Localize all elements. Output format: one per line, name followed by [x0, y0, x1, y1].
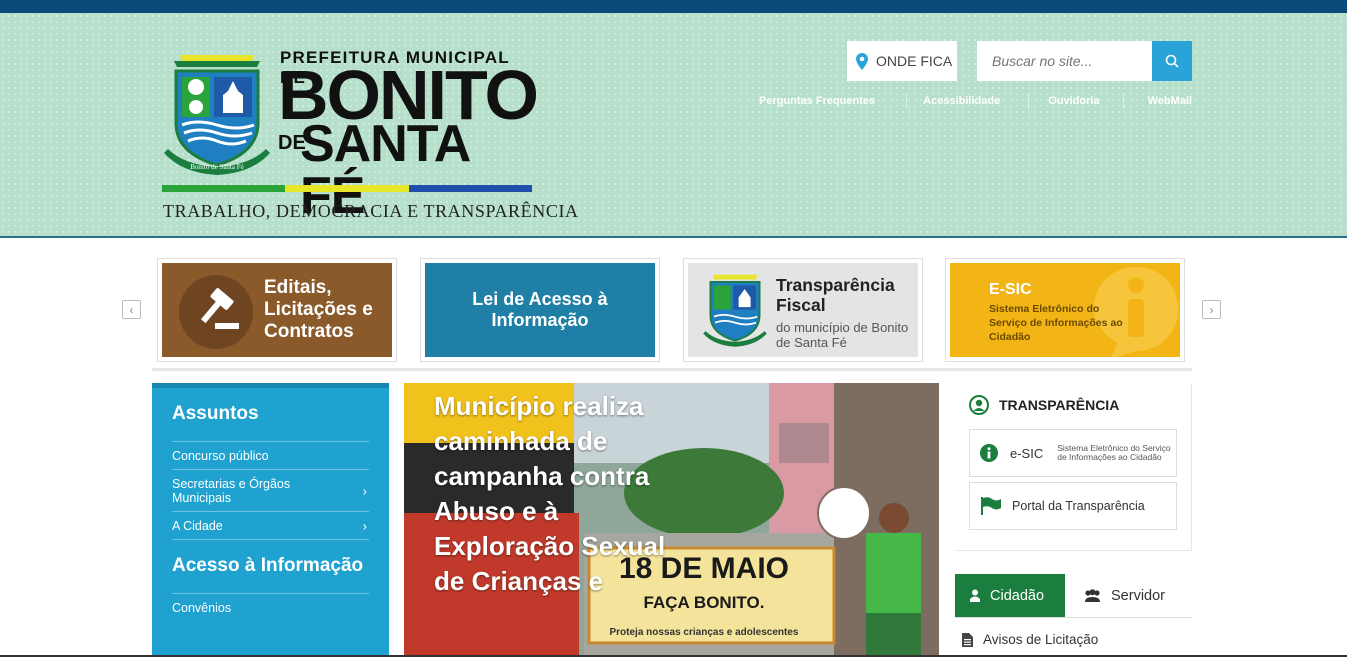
transparencia-heading-label: TRANSPARÊNCIA	[999, 397, 1120, 413]
banner-esic-title: E-SIC	[989, 281, 1032, 298]
map-pin-icon	[856, 52, 868, 70]
news-slider[interactable]: 18 DE MAIO FAÇA BONITO. Proteja nossas c…	[404, 383, 939, 657]
users-icon	[1085, 588, 1100, 602]
search-form	[977, 41, 1192, 81]
info-circle-icon	[980, 444, 998, 462]
carousel-next-button[interactable]: ›	[1202, 300, 1221, 319]
sidebar-heading-assuntos: Assuntos	[172, 403, 259, 424]
quick-links: Perguntas Frequentes Acessibilidade Ouvi…	[759, 95, 1192, 107]
logo-tagline: TRABALHO, DEMOCRACIA E TRANSPARÊNCIA	[163, 201, 579, 221]
quick-link-divider	[1123, 93, 1124, 109]
logo-flag-stripe	[162, 185, 532, 192]
sidebar-item-convenios[interactable]: Convênios	[172, 593, 369, 621]
svg-text:Bonito de Santa Fé: Bonito de Santa Fé	[190, 163, 243, 171]
banner-transparencia-subtitle: do município de Bonito de Santa Fé	[776, 320, 909, 350]
tab-cidadao-label: Cidadão	[990, 587, 1045, 604]
sidebar-item-label: A Cidade	[172, 519, 223, 533]
sidebar-heading-acesso: Acesso à Informação	[172, 539, 369, 577]
banner-acesso-informacao[interactable]: Lei de Acesso à Informação	[420, 258, 660, 362]
transparencia-heading: TRANSPARÊNCIA	[969, 395, 1177, 415]
svg-text:Proteja nossas crianças e adol: Proteja nossas crianças e adolescentes	[610, 627, 799, 638]
sidebar-menu: Assuntos Concurso público Secretarias e …	[152, 383, 389, 657]
chevron-right-icon: ›	[1209, 302, 1214, 317]
flag-icon	[981, 497, 1001, 515]
portal-transparencia-label: Portal da Transparência	[1012, 499, 1145, 513]
portal-transparencia-link[interactable]: Portal da Transparência	[969, 482, 1177, 530]
esic-label: e-SIC	[1010, 445, 1044, 461]
news-headline[interactable]: Município realiza caminhada de campanha …	[434, 389, 674, 599]
banner-esic[interactable]: E-SIC Sistema Eletrônico do Serviço de I…	[945, 258, 1185, 362]
site-logo[interactable]: Bonito de Santa Fé PREFEITURA MUNICIPAL …	[162, 38, 578, 223]
sidebar-item-label: Concurso público	[172, 449, 269, 463]
site-header: Bonito de Santa Fé PREFEITURA MUNICIPAL …	[0, 13, 1347, 238]
link-perguntas-frequentes[interactable]: Perguntas Frequentes	[759, 95, 875, 107]
search-icon	[1165, 54, 1179, 68]
user-circle-icon	[969, 395, 989, 415]
tab-servidor[interactable]: Servidor	[1065, 574, 1165, 617]
city-crest-icon: Bonito de Santa Fé	[164, 55, 270, 175]
tab-cidadao[interactable]: Cidadão	[955, 574, 1065, 617]
banner-esic-subtitle: Sistema Eletrônico do Serviço de Informa…	[989, 303, 1123, 343]
search-button[interactable]	[1152, 41, 1192, 81]
transparencia-panel: TRANSPARÊNCIA e-SIC Sistema Eletrônico d…	[955, 383, 1192, 551]
onde-fica-button[interactable]: ONDE FICA	[847, 41, 957, 81]
search-input[interactable]	[977, 41, 1152, 81]
sidebar-item-label: Secretarias e Órgãos Municipais	[172, 477, 291, 505]
list-item-label: Avisos de Licitação	[983, 632, 1099, 647]
banner-carousel: ‹ › Editais, Licitações e Contratos Lei …	[0, 258, 1347, 362]
sidebar-item-concurso-publico[interactable]: Concurso público	[172, 441, 369, 469]
city-crest-icon	[703, 274, 767, 347]
banner-editais-title: Editais, Licitações e Contratos	[264, 277, 373, 342]
link-acessibilidade[interactable]: Acessibilidade	[923, 95, 1000, 107]
top-bar	[0, 0, 1347, 13]
quick-link-divider	[1028, 93, 1029, 109]
carousel-prev-button[interactable]: ‹	[122, 300, 141, 319]
chevron-left-icon: ‹	[129, 302, 134, 317]
quick-link-divider	[906, 93, 907, 109]
chevron-right-icon: ›	[362, 518, 367, 533]
sidebar-item-a-cidade[interactable]: A Cidade ›	[172, 511, 369, 539]
onde-fica-label: ONDE FICA	[876, 53, 953, 69]
document-icon	[962, 632, 973, 647]
chevron-right-icon: ›	[362, 483, 367, 498]
banner-transparencia-title: Transparência Fiscal	[776, 275, 895, 315]
link-ouvidoria[interactable]: Ouvidoria	[1048, 95, 1099, 107]
banner-transparencia-fiscal[interactable]: Transparência Fiscal do município de Bon…	[683, 258, 923, 362]
sidebar-item-label: Convênios	[172, 601, 232, 615]
user-icon	[970, 589, 980, 602]
tab-servidor-label: Servidor	[1111, 587, 1165, 604]
profile-tabs: Cidadão Servidor	[955, 574, 1192, 618]
list-item-avisos-licitacao[interactable]: Avisos de Licitação	[962, 632, 1098, 647]
esic-link[interactable]: e-SIC Sistema Eletrônico do Serviço de I…	[969, 429, 1177, 477]
carousel-divider	[152, 368, 1192, 371]
sidebar-item-secretarias[interactable]: Secretarias e Órgãos Municipais ›	[172, 469, 369, 511]
banner-acesso-title: Lei de Acesso à Informação	[472, 289, 608, 330]
esic-description: Sistema Eletrônico do Serviço de Informa…	[1057, 443, 1171, 462]
link-webmail[interactable]: WebMail	[1148, 95, 1192, 107]
gavel-icon	[179, 275, 253, 349]
banner-editais[interactable]: Editais, Licitações e Contratos	[157, 258, 397, 362]
